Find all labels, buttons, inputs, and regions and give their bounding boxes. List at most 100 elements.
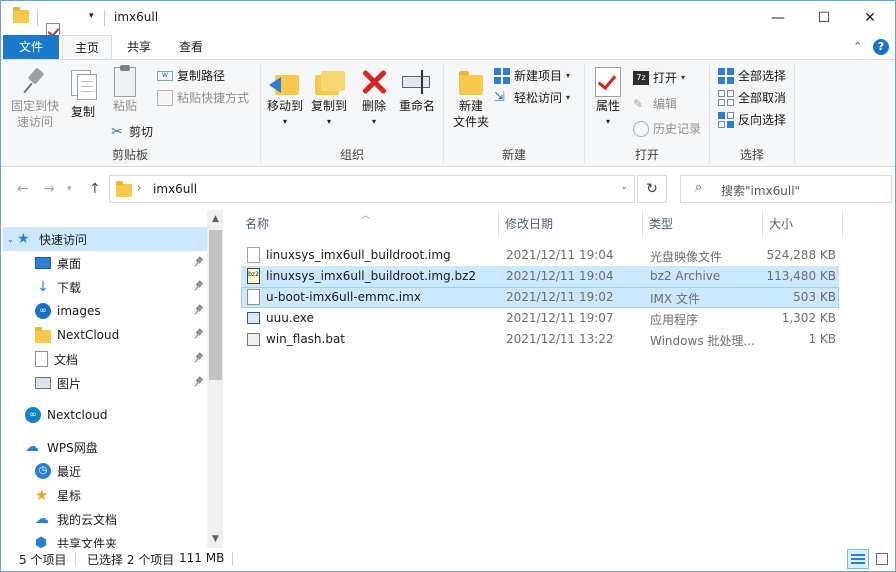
easy-access-button[interactable]: ⇲ 轻松访问 ▾: [494, 88, 570, 108]
nav-item-label: 文档: [54, 352, 79, 367]
breadcrumb-chevron-icon[interactable]: ›: [137, 181, 141, 194]
table-row[interactable]: win_flash.bat 2021/12/11 13:22 Windows 批…: [241, 329, 839, 350]
file-size: 113,480 KB: [766, 269, 836, 283]
table-row[interactable]: u-boot-imx6ull-emmc.imx 2021/12/11 19:02…: [241, 287, 839, 308]
chevron-down-icon: ▾: [566, 71, 571, 80]
search-input[interactable]: 搜索"imx6ull": [721, 182, 800, 199]
copy-path-button[interactable]: W 复制路径: [157, 66, 225, 86]
scrollbar-thumb[interactable]: [209, 230, 222, 380]
invert-selection-button[interactable]: 反向选择: [718, 110, 786, 130]
customize-toolbar-icon[interactable]: ▾: [89, 11, 94, 21]
tab-view[interactable]: 查看: [167, 35, 215, 59]
nav-item-documents[interactable]: 文档: [3, 347, 207, 371]
star-icon: ★: [17, 231, 30, 247]
minimize-button[interactable]: —: [755, 1, 801, 35]
status-bar: 5 个项目 已选择 2 个项目 111 MB: [1, 548, 895, 571]
nav-item-nextcloud-folder[interactable]: NextCloud: [3, 323, 207, 347]
nav-item-label: 我的云文档: [57, 512, 118, 527]
cut-button[interactable]: ✂ 剪切: [109, 122, 153, 142]
column-header-type[interactable]: 类型: [643, 210, 763, 238]
nav-pane-scrollbar[interactable]: ▲ ▼: [207, 210, 223, 548]
ribbon-expand-icon[interactable]: ⌃: [853, 40, 862, 53]
copy-label: 复制: [70, 105, 95, 119]
column-header-name[interactable]: 名称 ︿: [239, 210, 499, 238]
delete-button[interactable]: 删除 ▾: [357, 66, 391, 130]
paste-shortcut-button[interactable]: 粘贴快捷方式: [157, 88, 249, 108]
select-group-label: 选择: [739, 148, 764, 162]
maximize-button[interactable]: ☐: [801, 1, 847, 35]
rename-button[interactable]: 重命名: [395, 66, 439, 114]
pin-icon[interactable]: [195, 281, 203, 291]
nav-item-wps-drive[interactable]: ☁ WPS网盘: [3, 435, 207, 459]
address-history-icon[interactable]: ⌄: [620, 182, 628, 192]
recent-locations-icon[interactable]: ▾: [67, 184, 72, 194]
open-button[interactable]: 7z 打开 ▾: [633, 68, 685, 88]
help-icon[interactable]: ?: [873, 39, 889, 55]
file-date: 2021/12/11 13:22: [506, 332, 614, 346]
column-header-size[interactable]: 大小: [763, 210, 843, 238]
pin-icon[interactable]: [195, 353, 203, 363]
forward-arrow-icon[interactable]: →: [43, 181, 55, 197]
tab-home[interactable]: 主页: [62, 35, 112, 60]
nav-item-quick-access[interactable]: ⌄ ★ 快速访问: [3, 227, 207, 251]
pin-quick-access-button[interactable]: 固定到快 速访问: [7, 66, 63, 130]
edit-button[interactable]: ✎ 编辑: [633, 94, 677, 114]
close-button[interactable]: ✕: [847, 1, 893, 35]
nav-item-recent[interactable]: ◷ 最近: [3, 459, 207, 483]
pin-icon[interactable]: [195, 329, 203, 339]
pin-icon[interactable]: [195, 377, 203, 387]
bat-icon: [247, 333, 260, 346]
table-row[interactable]: linuxsys_imx6ull_buildroot.img 2021/12/1…: [241, 245, 839, 266]
details-view-button[interactable]: [847, 549, 869, 569]
nav-item-label: 星标: [57, 488, 82, 503]
large-icons-view-button[interactable]: [871, 549, 893, 569]
copy-button[interactable]: 复制: [65, 66, 101, 120]
tab-share[interactable]: 共享: [115, 35, 163, 59]
nextcloud-icon: ∞: [25, 407, 41, 423]
nav-item-starred[interactable]: ★ 星标: [3, 483, 207, 507]
select-none-button[interactable]: 全部取消: [718, 88, 786, 108]
copy-to-button[interactable]: 复制到 ▾: [307, 66, 351, 130]
move-to-button[interactable]: 移动到 ▾: [263, 66, 307, 130]
address-bar[interactable]: › imx6ull ⌄: [109, 175, 635, 203]
nav-item-nextcloud[interactable]: ∞ Nextcloud: [3, 403, 207, 427]
file-name: linuxsys_imx6ull_buildroot.img: [266, 248, 451, 262]
history-button[interactable]: 历史记录: [633, 119, 701, 139]
chevron-down-icon: ▾: [371, 117, 376, 126]
breadcrumb-current[interactable]: imx6ull: [153, 182, 197, 196]
new-item-button[interactable]: 新建项目 ▾: [494, 66, 570, 86]
properties-button[interactable]: 属性 ▾: [589, 66, 627, 130]
rename-icon: [402, 67, 432, 97]
pin-icon[interactable]: [195, 257, 203, 267]
table-row[interactable]: bz2 linuxsys_imx6ull_buildroot.img.bz2 2…: [241, 266, 839, 287]
delete-icon: [359, 67, 389, 97]
table-row[interactable]: uuu.exe 2021/12/11 19:07 应用程序 1,302 KB: [241, 308, 839, 329]
nav-item-shared-folder[interactable]: ⬢ 共享文件夹: [3, 531, 207, 548]
file-date: 2021/12/11 19:02: [506, 290, 614, 304]
nav-item-images[interactable]: ∞ images: [3, 299, 207, 323]
pin-icon[interactable]: [195, 305, 203, 315]
refresh-button[interactable]: ↻: [637, 175, 667, 203]
column-header-date[interactable]: 修改日期: [499, 210, 643, 238]
tab-file[interactable]: 文件: [3, 35, 59, 59]
column-header-label: 大小: [769, 217, 794, 231]
nav-item-downloads[interactable]: ↓ 下载: [3, 275, 207, 299]
select-all-label: 全部选择: [738, 69, 787, 83]
paste-button[interactable]: 粘贴: [105, 65, 145, 114]
new-folder-button[interactable]: 新建 文件夹: [450, 66, 492, 130]
select-all-button[interactable]: 全部选择: [718, 66, 786, 86]
chevron-down-icon: ▾: [282, 117, 287, 126]
paste-shortcut-label: 粘贴快捷方式: [177, 91, 250, 105]
collapse-arrow-icon[interactable]: ⌄: [3, 235, 17, 244]
nav-item-pictures[interactable]: 图片: [3, 371, 207, 395]
up-arrow-icon[interactable]: ↑: [89, 181, 101, 197]
scroll-down-icon[interactable]: ▼: [207, 530, 223, 548]
scroll-up-icon[interactable]: ▲: [207, 210, 223, 228]
folder-icon: [35, 327, 51, 343]
search-box[interactable]: ⌕ 搜索"imx6ull": [680, 175, 892, 203]
file-name: linuxsys_imx6ull_buildroot.img.bz2: [266, 269, 477, 283]
nav-item-desktop[interactable]: 桌面: [3, 251, 207, 275]
nav-item-my-cloud-docs[interactable]: ☁ 我的云文档: [3, 507, 207, 531]
move-to-label: 移动到: [266, 99, 303, 113]
back-arrow-icon[interactable]: ←: [17, 181, 29, 197]
